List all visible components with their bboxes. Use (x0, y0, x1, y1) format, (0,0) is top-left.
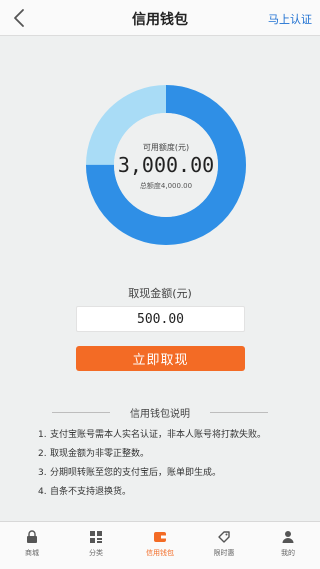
notes-list: 1. 支付宝账号需本人实名认证，非本人账号将打款失败。 2. 取现金额为非零正整数。… (38, 428, 308, 504)
tag-icon (218, 531, 230, 543)
available-credit-amount: 3,000.00 (117, 153, 215, 177)
bottom-tab-bar: 商城 分类 信用钱包 限时惠 我的 (0, 521, 320, 569)
wallet-icon (154, 532, 166, 542)
list-item: 2. 取现金额为非零正整数。 (38, 449, 150, 459)
available-credit-label: 可用额度(元) (142, 143, 190, 152)
list-item: 3. 分期呗转账至您的支付宝后，账单即生成。 (38, 468, 222, 478)
list-item: 1. 支付宝账号需本人实名认证，非本人账号将打款失败。 (38, 430, 267, 440)
divider-right (210, 412, 268, 413)
top-nav-bar: 信用钱包 马上认证 (0, 0, 320, 36)
tab-category[interactable]: 分类 (64, 522, 128, 569)
tab-limited-offer[interactable]: 限时惠 (192, 522, 256, 569)
list-item: 4. 自条不支持退换货。 (38, 487, 132, 497)
total-credit-label: 总额度4,000.00 (139, 182, 193, 190)
withdraw-amount-input[interactable] (76, 306, 245, 332)
tab-credit-wallet[interactable]: 信用钱包 (128, 522, 192, 569)
person-icon (282, 531, 294, 543)
tab-mall[interactable]: 商城 (0, 522, 64, 569)
tab-mine[interactable]: 我的 (256, 522, 320, 569)
withdraw-now-button[interactable]: 立即取现 (76, 346, 245, 371)
withdraw-amount-label: 取现金额(元) (128, 287, 192, 300)
verify-now-link[interactable]: 马上认证 (268, 11, 312, 27)
credit-ring-chart: 可用额度(元) 3,000.00 总额度4,000.00 (86, 85, 246, 245)
lock-bag-icon (27, 530, 37, 543)
notes-header: 信用钱包说明 (40, 405, 280, 420)
grid-icon (90, 531, 102, 543)
